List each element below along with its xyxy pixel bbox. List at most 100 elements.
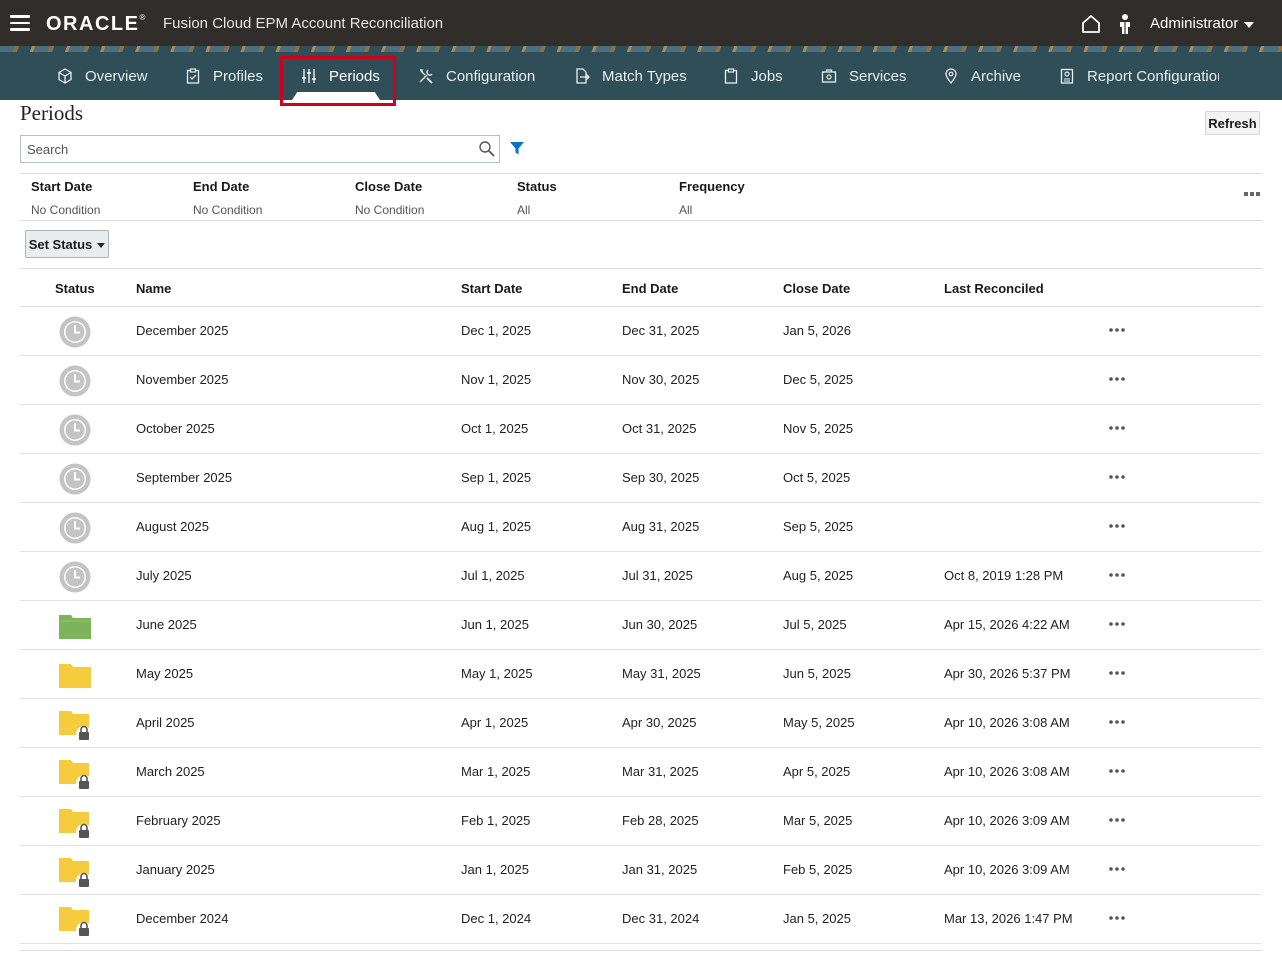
period-name[interactable]: December 2024	[136, 911, 229, 926]
row-actions-icon[interactable]	[1108, 864, 1126, 874]
filter-value: All	[517, 203, 531, 217]
row-actions-icon[interactable]	[1108, 374, 1126, 384]
table-row[interactable]: November 2025 Nov 1, 2025 Nov 30, 2025 Dec …	[20, 356, 1262, 405]
end-date: Dec 31, 2025	[622, 323, 700, 338]
more-options-icon[interactable]	[1243, 187, 1261, 201]
period-name[interactable]: May 2025	[136, 666, 193, 681]
close-date: May 5, 2025	[783, 715, 855, 730]
locked-folder-icon	[58, 805, 92, 840]
nav-services[interactable]: Services	[821, 52, 907, 100]
table-row[interactable]: February 2025 Feb 1, 2025 Feb 28, 2025 Mar …	[20, 797, 1262, 846]
row-actions-icon[interactable]	[1108, 717, 1126, 727]
table-header: Status Name Start Date End Date Close Da…	[20, 268, 1262, 307]
table-row[interactable]: August 2025 Aug 1, 2025 Aug 31, 2025 Sep 5,…	[20, 503, 1262, 552]
period-name[interactable]: November 2025	[136, 372, 229, 387]
row-actions-icon[interactable]	[1108, 325, 1126, 335]
last-reconciled: Apr 10, 2026 3:09 AM	[944, 862, 1070, 877]
table-row[interactable]: June 2025 Jun 1, 2025 Jun 30, 2025 Jul 5, 2…	[20, 601, 1262, 650]
hamburger-menu-icon[interactable]	[10, 15, 30, 31]
period-name[interactable]: January 2025	[136, 862, 215, 877]
start-date: Dec 1, 2025	[461, 323, 532, 338]
search-input[interactable]	[21, 136, 471, 162]
row-actions-icon[interactable]	[1108, 570, 1126, 580]
table-row[interactable]: December 2024 Dec 1, 2024 Dec 31, 2024 Jan …	[20, 895, 1262, 944]
row-actions-icon[interactable]	[1108, 913, 1126, 923]
user-menu[interactable]: Administrator	[1150, 15, 1255, 32]
start-date: Jul 1, 2025	[461, 568, 525, 583]
filter-start-date[interactable]: Start Date No Condition	[31, 179, 100, 217]
clock-icon	[58, 315, 92, 349]
row-actions-icon[interactable]	[1108, 619, 1126, 629]
column-header-start-date[interactable]: Start Date	[461, 281, 522, 296]
nav-profiles[interactable]: Profiles	[185, 52, 263, 100]
nav-archive[interactable]: Archive	[943, 52, 1021, 100]
end-date: Nov 30, 2025	[622, 372, 700, 387]
row-actions-icon[interactable]	[1108, 668, 1126, 678]
filter-label: Frequency	[679, 179, 745, 194]
table-bottom-border	[20, 950, 1262, 954]
close-date: Jan 5, 2025	[783, 911, 851, 926]
column-header-close-date[interactable]: Close Date	[783, 281, 850, 296]
period-name[interactable]: February 2025	[136, 813, 221, 828]
last-reconciled: Apr 15, 2026 4:22 AM	[944, 617, 1070, 632]
user-name: Administrator	[1150, 15, 1239, 32]
nav-match-types[interactable]: Match Types	[574, 52, 687, 100]
row-actions-icon[interactable]	[1108, 815, 1126, 825]
column-header-end-date[interactable]: End Date	[622, 281, 678, 296]
table-row[interactable]: December 2025 Dec 1, 2025 Dec 31, 2025 Jan …	[20, 307, 1262, 356]
nav-jobs[interactable]: Jobs	[723, 52, 783, 100]
row-actions-icon[interactable]	[1108, 472, 1126, 482]
table-row[interactable]: January 2025 Jan 1, 2025 Jan 31, 2025 Feb 5…	[20, 846, 1262, 895]
refresh-button[interactable]: Refresh	[1205, 111, 1260, 135]
search-icon[interactable]	[478, 140, 496, 158]
close-date: Jun 5, 2025	[783, 666, 851, 681]
report-icon	[1060, 68, 1074, 84]
table-row[interactable]: September 2025 Sep 1, 2025 Sep 30, 2025 Oct…	[20, 454, 1262, 503]
column-header-last-reconciled[interactable]: Last Reconciled	[944, 281, 1044, 296]
filter-status[interactable]: Status All	[517, 179, 557, 217]
locked-folder-icon	[58, 903, 92, 938]
nav-label: Jobs	[751, 67, 783, 85]
period-name[interactable]: March 2025	[136, 764, 205, 779]
briefcase-icon	[821, 69, 837, 83]
period-name[interactable]: July 2025	[136, 568, 192, 583]
clipboard-check-icon	[186, 68, 200, 84]
table-row[interactable]: July 2025 Jul 1, 2025 Jul 31, 2025 Aug 5, 2…	[20, 552, 1262, 601]
row-actions-icon[interactable]	[1108, 521, 1126, 531]
table-row[interactable]: March 2025 Mar 1, 2025 Mar 31, 2025 Apr 5, …	[20, 748, 1262, 797]
oracle-logo: ORACLE®	[46, 13, 146, 35]
table-row[interactable]: May 2025 May 1, 2025 May 31, 2025 Jun 5, 20…	[20, 650, 1262, 699]
set-status-button[interactable]: Set Status	[25, 230, 109, 258]
period-name[interactable]: June 2025	[136, 617, 197, 632]
clock-icon	[58, 364, 92, 398]
column-header-status[interactable]: Status	[55, 281, 95, 296]
nav-report-configuration[interactable]: Report Configuratior	[1059, 52, 1219, 100]
period-name[interactable]: August 2025	[136, 519, 209, 534]
start-date: Apr 1, 2025	[461, 715, 529, 730]
nav-overview[interactable]: Overview	[57, 52, 148, 100]
nav-configuration[interactable]: Configuration	[418, 52, 535, 100]
filter-icon[interactable]	[509, 141, 525, 156]
home-icon[interactable]	[1080, 13, 1102, 35]
clock-icon	[58, 413, 92, 447]
period-name[interactable]: December 2025	[136, 323, 229, 338]
close-date: Feb 5, 2025	[783, 862, 853, 877]
period-name[interactable]: October 2025	[136, 421, 215, 436]
close-date: Oct 5, 2025	[783, 470, 851, 485]
chevron-down-icon	[97, 242, 106, 248]
period-name[interactable]: April 2025	[136, 715, 195, 730]
row-actions-icon[interactable]	[1108, 423, 1126, 433]
table-row[interactable]: October 2025 Oct 1, 2025 Oct 31, 2025 Nov 5…	[20, 405, 1262, 454]
nav-label: Match Types	[602, 67, 687, 85]
filter-end-date[interactable]: End Date No Condition	[193, 179, 262, 217]
filter-frequency[interactable]: Frequency All	[679, 179, 745, 217]
closed-folder-icon	[58, 658, 92, 692]
table-row[interactable]: April 2025 Apr 1, 2025 Apr 30, 2025 May 5, …	[20, 699, 1262, 748]
filter-close-date[interactable]: Close Date No Condition	[355, 179, 424, 217]
column-header-name[interactable]: Name	[136, 281, 171, 296]
row-actions-icon[interactable]	[1108, 766, 1126, 776]
user-avatar-icon[interactable]	[1116, 13, 1134, 35]
last-reconciled: Mar 13, 2026 1:47 PM	[944, 911, 1073, 926]
filter-label: Start Date	[31, 179, 93, 194]
period-name[interactable]: September 2025	[136, 470, 232, 485]
